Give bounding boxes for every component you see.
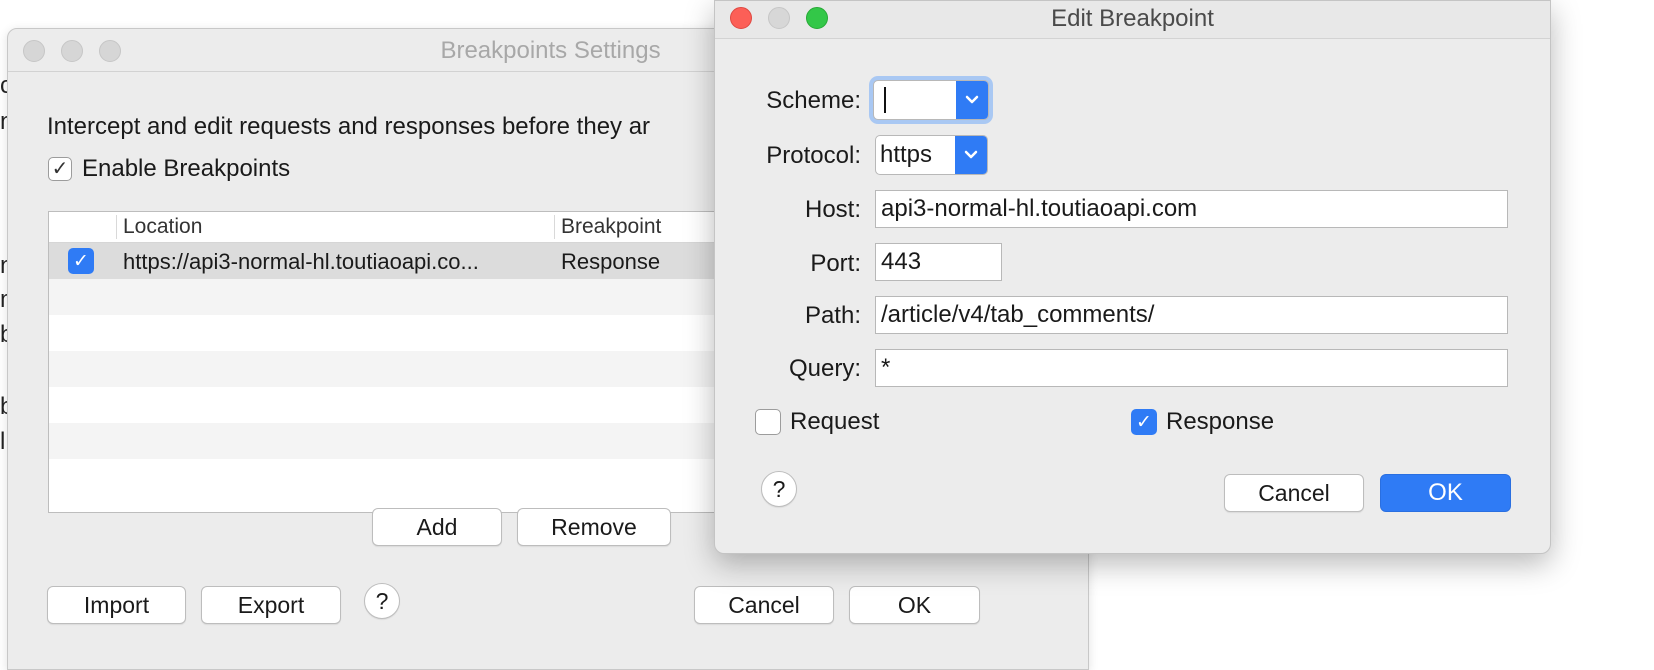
dialog-title-bar: Edit Breakpoint [715,1,1550,39]
enable-breakpoints-row[interactable]: ✓ Enable Breakpoints [48,155,290,183]
text-caret [884,87,886,113]
request-checkbox[interactable] [755,409,781,435]
export-button[interactable]: Export [201,586,341,624]
request-option[interactable]: Request [755,408,879,436]
host-label: Host: [804,196,861,223]
enable-breakpoints-checkbox[interactable]: ✓ [48,157,72,181]
protocol-combobox[interactable]: https [875,135,988,175]
path-label: Path: [804,302,861,329]
chevron-down-icon[interactable] [955,136,987,174]
request-label: Request [790,408,880,435]
row-breakpoint: Response [561,249,661,274]
edit-breakpoint-dialog: Edit Breakpoint Scheme: Protocol: https … [714,0,1551,554]
import-button[interactable]: Import [47,586,186,624]
cancel-button[interactable]: Cancel [694,586,834,624]
edge-text-7: l [0,428,6,455]
response-checkbox[interactable]: ✓ [1131,409,1157,435]
scheme-combobox[interactable] [873,80,989,120]
intro-text: Intercept and edit requests and response… [47,113,651,140]
enable-breakpoints-label: Enable Breakpoints [82,155,291,182]
query-label: Query: [788,355,861,382]
response-option[interactable]: ✓ Response [1131,408,1274,436]
add-button[interactable]: Add [372,508,502,546]
row-enabled-checkbox[interactable]: ✓ [68,248,94,274]
header-divider [554,215,555,239]
remove-button[interactable]: Remove [517,508,671,546]
dialog-title: Edit Breakpoint [1051,5,1214,32]
path-field[interactable]: /article/v4/tab_comments/ [875,296,1508,334]
column-header-breakpoint[interactable]: Breakpoint [561,215,661,239]
scheme-label: Scheme: [766,87,861,114]
port-field[interactable]: 443 [875,243,1002,281]
port-label: Port: [810,250,861,277]
row-location: https://api3-normal-hl.toutiaoapi.co... [123,249,479,274]
protocol-value: https [880,141,933,168]
protocol-label: Protocol: [766,142,861,169]
header-divider [116,215,117,239]
host-field[interactable]: api3-normal-hl.toutiaoapi.com [875,190,1508,228]
dialog-cancel-button[interactable]: Cancel [1224,474,1364,512]
column-header-location[interactable]: Location [123,215,202,239]
ok-button[interactable]: OK [849,586,980,624]
response-label: Response [1166,408,1275,435]
help-button[interactable]: ? [364,583,400,619]
query-field[interactable]: * [875,349,1508,387]
help-button[interactable]: ? [761,471,797,507]
chevron-down-icon[interactable] [956,81,988,119]
dialog-ok-button[interactable]: OK [1380,474,1511,512]
